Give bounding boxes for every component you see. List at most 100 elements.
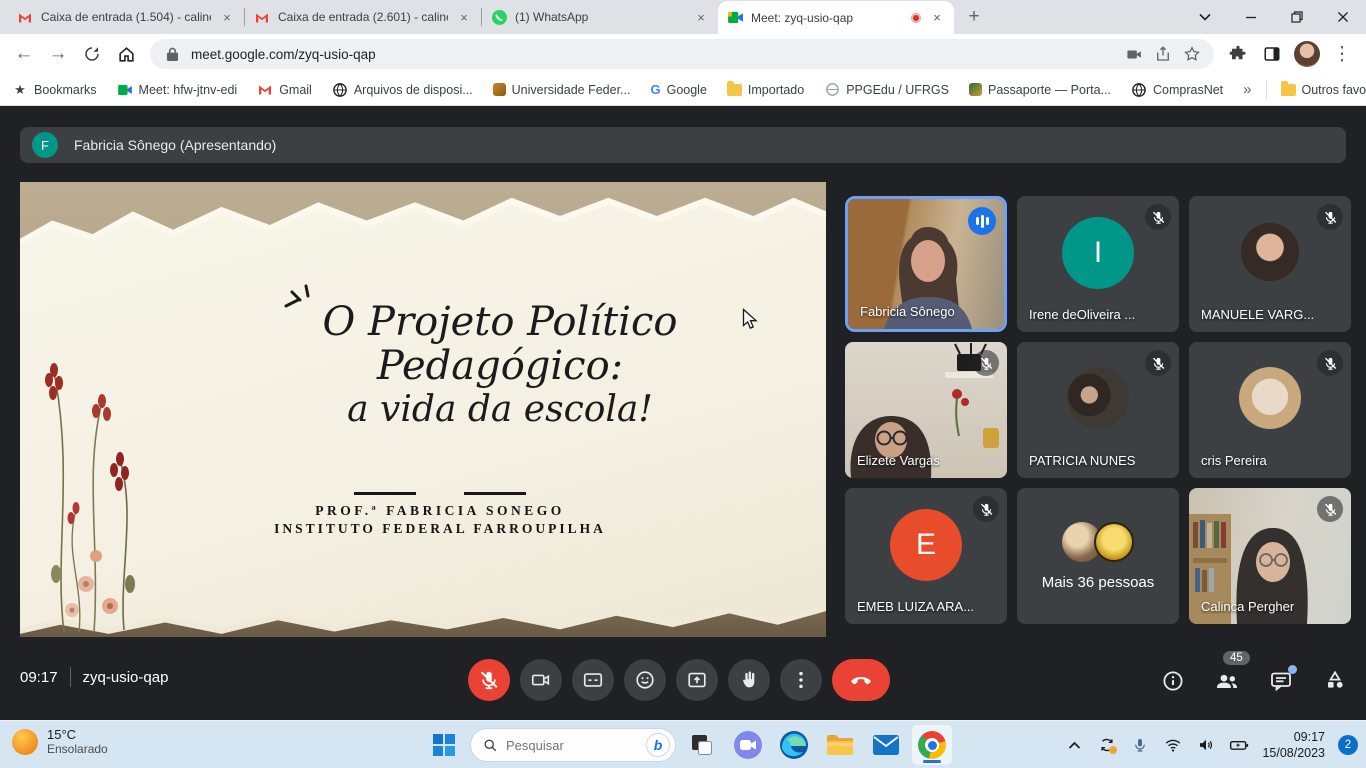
more-options-button[interactable] xyxy=(780,659,822,701)
camera-in-use-icon[interactable] xyxy=(1124,44,1144,64)
mail-button[interactable] xyxy=(866,725,906,765)
participant-name: Calinca Pergher xyxy=(1201,599,1294,614)
forward-icon[interactable]: → xyxy=(42,38,74,70)
file-explorer-button[interactable] xyxy=(820,725,860,765)
participant-name: Fabricia Sônego xyxy=(860,304,955,319)
folder-icon xyxy=(727,84,742,96)
bookmarks-overflow-chevron[interactable]: » xyxy=(1243,81,1251,98)
participants-count-badge: 45 xyxy=(1223,651,1250,665)
tray-chevron-up-icon[interactable] xyxy=(1064,735,1084,755)
volume-icon[interactable] xyxy=(1196,735,1216,755)
mic-off-button[interactable] xyxy=(468,659,510,701)
bookmark-item[interactable]: Meet: hfw-jtnv-edi xyxy=(117,82,238,98)
teams-chat-button[interactable] xyxy=(728,725,768,765)
minimize-button[interactable] xyxy=(1228,0,1274,34)
avatar xyxy=(1241,223,1299,281)
other-favorites-folder[interactable]: Outros favoritos xyxy=(1281,83,1366,97)
gmail-icon xyxy=(254,9,270,25)
tab-close-icon[interactable]: × xyxy=(693,9,709,25)
edge-browser-button[interactable] xyxy=(774,725,814,765)
more-participants-tile[interactable]: Mais 36 pessoas xyxy=(1017,488,1179,624)
participant-tile-patricia[interactable]: PATRICIA NUNES xyxy=(1017,342,1179,478)
share-icon[interactable] xyxy=(1153,44,1173,64)
tab-close-icon[interactable]: × xyxy=(929,10,945,26)
end-call-button[interactable] xyxy=(832,659,890,701)
bookmark-item[interactable]: Gmail xyxy=(257,82,312,98)
desktop-screen: Caixa de entrada (1.504) - calinca × Cai… xyxy=(0,0,1366,768)
bookmark-item[interactable]: ★Bookmarks xyxy=(12,82,97,98)
bookmark-star-icon[interactable] xyxy=(1182,44,1202,64)
participant-tile-calinca[interactable]: Calinca Pergher xyxy=(1189,488,1351,624)
present-button[interactable] xyxy=(676,659,718,701)
reactions-button[interactable] xyxy=(624,659,666,701)
chrome-button[interactable] xyxy=(912,725,952,765)
tab-whatsapp[interactable]: (1) WhatsApp × xyxy=(482,1,718,34)
home-icon[interactable] xyxy=(110,38,142,70)
participant-tile-irene[interactable]: I Irene deOliveira ... xyxy=(1017,196,1179,332)
bookmark-label: Arquivos de disposi... xyxy=(354,83,473,97)
camera-button[interactable] xyxy=(520,659,562,701)
profile-avatar[interactable] xyxy=(1294,41,1320,67)
participant-tile-fabricia[interactable]: Fabricia Sônego xyxy=(845,196,1007,332)
bookmark-item[interactable]: PPGEdu / UFRGS xyxy=(824,82,949,98)
tab-close-icon[interactable]: × xyxy=(456,9,472,25)
activities-icon[interactable] xyxy=(1322,668,1348,694)
participant-tile-emeb[interactable]: E EMEB LUIZA ARA... xyxy=(845,488,1007,624)
participant-tile-cris[interactable]: cris Pereira xyxy=(1189,342,1351,478)
raise-hand-button[interactable] xyxy=(728,659,770,701)
taskbar-center: b xyxy=(424,725,952,765)
notification-count-badge[interactable]: 2 xyxy=(1338,735,1358,755)
bookmark-item[interactable]: GGoogle xyxy=(650,82,706,97)
participants-grid: Fabricia Sônego I Irene deOliveira ... M… xyxy=(845,196,1351,624)
tab-close-icon[interactable]: × xyxy=(219,9,235,25)
weather-widget[interactable]: 15°C Ensolarado xyxy=(12,727,108,756)
bing-icon[interactable]: b xyxy=(646,733,670,757)
avatar-initial: I xyxy=(1094,236,1102,270)
slide-institution: INSTITUTO FEDERAL FARROUPILHA xyxy=(190,521,690,537)
bookmark-item[interactable]: ComprasNet xyxy=(1131,82,1223,98)
battery-icon[interactable] xyxy=(1229,735,1249,755)
mic-off-icon xyxy=(1317,204,1343,230)
tab-gmail-2[interactable]: Caixa de entrada (2.601) - calinca × xyxy=(245,1,481,34)
windows-taskbar: 15°C Ensolarado b xyxy=(0,720,1366,768)
browser-menu-icon[interactable]: ⋮ xyxy=(1326,38,1358,70)
back-icon[interactable]: ← xyxy=(8,38,40,70)
bookmark-item[interactable]: Importado xyxy=(727,83,804,97)
tab-gmail-1[interactable]: Caixa de entrada (1.504) - calinca × xyxy=(8,1,244,34)
meeting-side-icons: 45 xyxy=(1160,668,1348,694)
participant-tile-manuele[interactable]: MANUELE VARG... xyxy=(1189,196,1351,332)
participant-name: EMEB LUIZA ARA... xyxy=(857,599,974,614)
extensions-icon[interactable] xyxy=(1222,38,1254,70)
chat-icon[interactable] xyxy=(1268,668,1294,694)
new-tab-button[interactable]: + xyxy=(960,3,988,31)
participant-name: PATRICIA NUNES xyxy=(1029,453,1135,468)
task-view-button[interactable] xyxy=(682,725,722,765)
tab-title: Caixa de entrada (1.504) - calinca xyxy=(41,10,211,24)
search-input[interactable] xyxy=(506,738,626,753)
start-button[interactable] xyxy=(424,725,464,765)
tab-search-chevron-icon[interactable] xyxy=(1182,0,1228,34)
bookmark-item[interactable]: Passaporte — Porta... xyxy=(969,83,1111,97)
sync-status-icon[interactable] xyxy=(1097,735,1117,755)
tab-meet-active[interactable]: Meet: zyq-usio-qap × xyxy=(718,1,954,34)
info-icon[interactable] xyxy=(1160,668,1186,694)
side-panel-icon[interactable] xyxy=(1256,38,1288,70)
taskbar-search[interactable]: b xyxy=(470,728,676,762)
participant-tile-elizete[interactable]: Elizete Vargas xyxy=(845,342,1007,478)
bookmark-item[interactable]: Universidade Feder... xyxy=(493,83,631,97)
reload-icon[interactable] xyxy=(76,38,108,70)
bookmark-item[interactable]: Arquivos de disposi... xyxy=(332,82,473,98)
clock[interactable]: 09:17 15/08/2023 xyxy=(1262,729,1325,762)
participants-icon[interactable]: 45 xyxy=(1214,668,1240,694)
mic-off-icon xyxy=(1317,496,1343,522)
url-text[interactable]: meet.google.com/zyq-usio-qap xyxy=(191,47,1115,62)
address-bar[interactable]: meet.google.com/zyq-usio-qap xyxy=(150,39,1214,69)
captions-button[interactable] xyxy=(572,659,614,701)
shared-presentation[interactable]: O Projeto Político Pedagógico: a vida da… xyxy=(20,182,826,637)
bookmark-label: Universidade Feder... xyxy=(512,83,631,97)
globe-icon xyxy=(332,82,348,98)
microphone-tray-icon[interactable] xyxy=(1130,735,1150,755)
restore-button[interactable] xyxy=(1274,0,1320,34)
wifi-icon[interactable] xyxy=(1163,735,1183,755)
close-window-button[interactable] xyxy=(1320,0,1366,34)
